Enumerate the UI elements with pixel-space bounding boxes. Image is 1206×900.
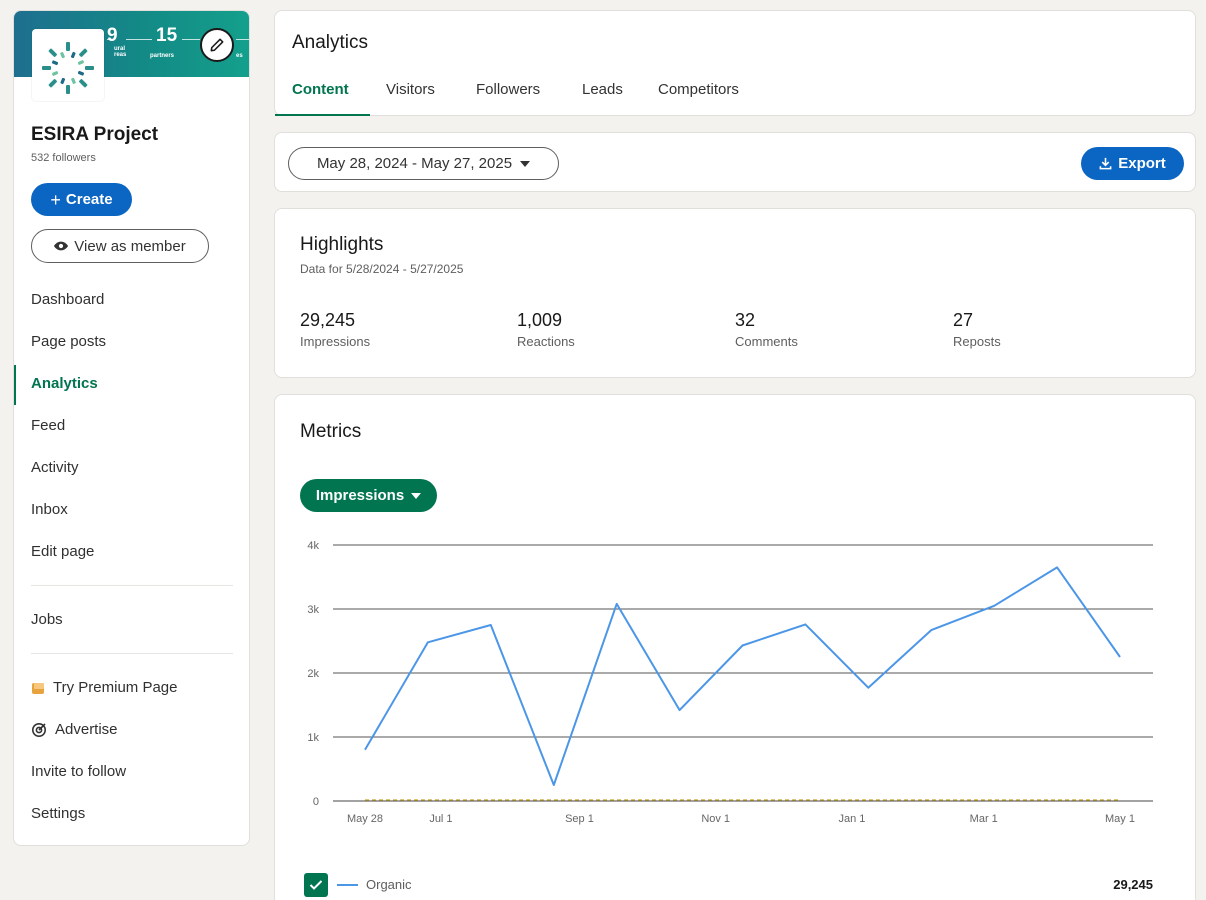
x-tick-label: Mar 1 [970, 813, 998, 825]
sidebar-item-analytics[interactable]: Analytics [31, 375, 98, 392]
sidebar-item-advertise[interactable]: Advertise [31, 721, 118, 738]
org-followers: 532 followers [31, 152, 96, 164]
tab-followers[interactable]: Followers [476, 81, 540, 98]
sidebar-divider [31, 585, 233, 586]
eye-icon [54, 241, 69, 251]
tab-content[interactable]: Content [292, 81, 349, 98]
stat-impressions: 29,245 Impressions [300, 310, 371, 349]
metrics-card: Metrics Impressions 0 1k 2k 3k 4k May 28 Jul 1… [274, 394, 1196, 900]
org-logo[interactable] [32, 29, 104, 101]
x-tick-label: May 28 [347, 813, 383, 825]
create-button[interactable]: + Create [31, 183, 132, 216]
pencil-icon [210, 38, 224, 52]
sidebar-item-settings[interactable]: Settings [31, 805, 85, 822]
organic-series-line [364, 566, 1121, 786]
export-label: Export [1118, 155, 1166, 172]
banner-stat-1: 9 [107, 25, 118, 46]
analytics-header-card: Analytics Content Visitors Followers Lea… [274, 10, 1196, 116]
sidebar-item-inbox[interactable]: Inbox [31, 501, 68, 518]
sidebar-item-activity[interactable]: Activity [31, 459, 79, 476]
page-title: Analytics [292, 32, 369, 53]
sidebar-item-jobs[interactable]: Jobs [31, 611, 63, 628]
y-tick-label: 2k [307, 668, 319, 680]
nav-active-indicator [14, 365, 16, 405]
x-tick-label: Jan 1 [838, 813, 865, 825]
sidebar-item-page-posts[interactable]: Page posts [31, 333, 106, 350]
sidebar-item-feed[interactable]: Feed [31, 417, 65, 434]
highlights-subtitle: Data for 5/28/2024 - 5/27/2025 [300, 262, 464, 276]
sidebar-item-edit-page[interactable]: Edit page [31, 543, 94, 560]
premium-icon [32, 682, 44, 694]
caret-down-icon [520, 160, 531, 167]
x-tick-label: Nov 1 [701, 813, 730, 825]
x-tick-label: May 1 [1105, 813, 1135, 825]
date-range-card: May 28, 2024 - May 27, 2025 Export [274, 132, 1196, 192]
legend-total-organic: 29,245 [1113, 877, 1153, 892]
create-label: Create [65, 191, 113, 208]
legend-swatch [337, 884, 358, 886]
tab-leads[interactable]: Leads [582, 81, 623, 98]
y-tick-label: 0 [313, 796, 319, 808]
sidebar-divider [31, 653, 233, 654]
tab-competitors[interactable]: Competitors [658, 81, 739, 98]
download-icon [1099, 157, 1112, 170]
highlights-card: Highlights Data for 5/28/2024 - 5/27/202… [274, 208, 1196, 378]
stat-comments: 32 Comments [735, 310, 798, 349]
stat-reactions: 1,009 Reactions [517, 310, 575, 349]
esira-logo-icon [42, 42, 94, 94]
stat-reposts: 27 Reposts [953, 310, 1001, 349]
date-range-label: May 28, 2024 - May 27, 2025 [316, 155, 513, 172]
plus-icon: + [50, 189, 61, 210]
y-tick-label: 1k [307, 732, 319, 744]
date-range-dropdown[interactable]: May 28, 2024 - May 27, 2025 [288, 147, 559, 180]
x-tick-label: Sep 1 [565, 813, 594, 825]
checkmark-icon [309, 880, 323, 890]
tab-visitors[interactable]: Visitors [386, 81, 435, 98]
view-as-member-label: View as member [74, 237, 186, 255]
highlights-title: Highlights [300, 234, 384, 255]
impressions-line-chart: 0 1k 2k 3k 4k May 28 Jul 1 Sep 1 Nov 1 Jan 1 Mar 1… [307, 540, 1153, 825]
sidebar-item-dashboard[interactable]: Dashboard [31, 291, 104, 308]
export-button[interactable]: Export [1081, 147, 1184, 180]
y-tick-label: 4k [307, 540, 319, 552]
org-name[interactable]: ESIRA Project [31, 124, 158, 146]
target-icon [32, 722, 46, 737]
sidebar: 9 ural reas 15 partners es ESIRA Project… [13, 10, 250, 846]
organic-series-checkbox[interactable] [304, 873, 328, 897]
edit-cover-button[interactable] [200, 28, 234, 62]
view-as-member-button[interactable]: View as member [31, 229, 209, 263]
y-tick-label: 3k [307, 604, 319, 616]
sidebar-item-invite-to-follow[interactable]: Invite to follow [31, 763, 126, 780]
legend-label-organic: Organic [366, 877, 412, 892]
tab-active-indicator [275, 114, 370, 116]
banner-stat-2: 15 [156, 25, 178, 46]
sidebar-item-try-premium[interactable]: Try Premium Page [31, 679, 177, 696]
x-tick-label: Jul 1 [429, 813, 452, 825]
